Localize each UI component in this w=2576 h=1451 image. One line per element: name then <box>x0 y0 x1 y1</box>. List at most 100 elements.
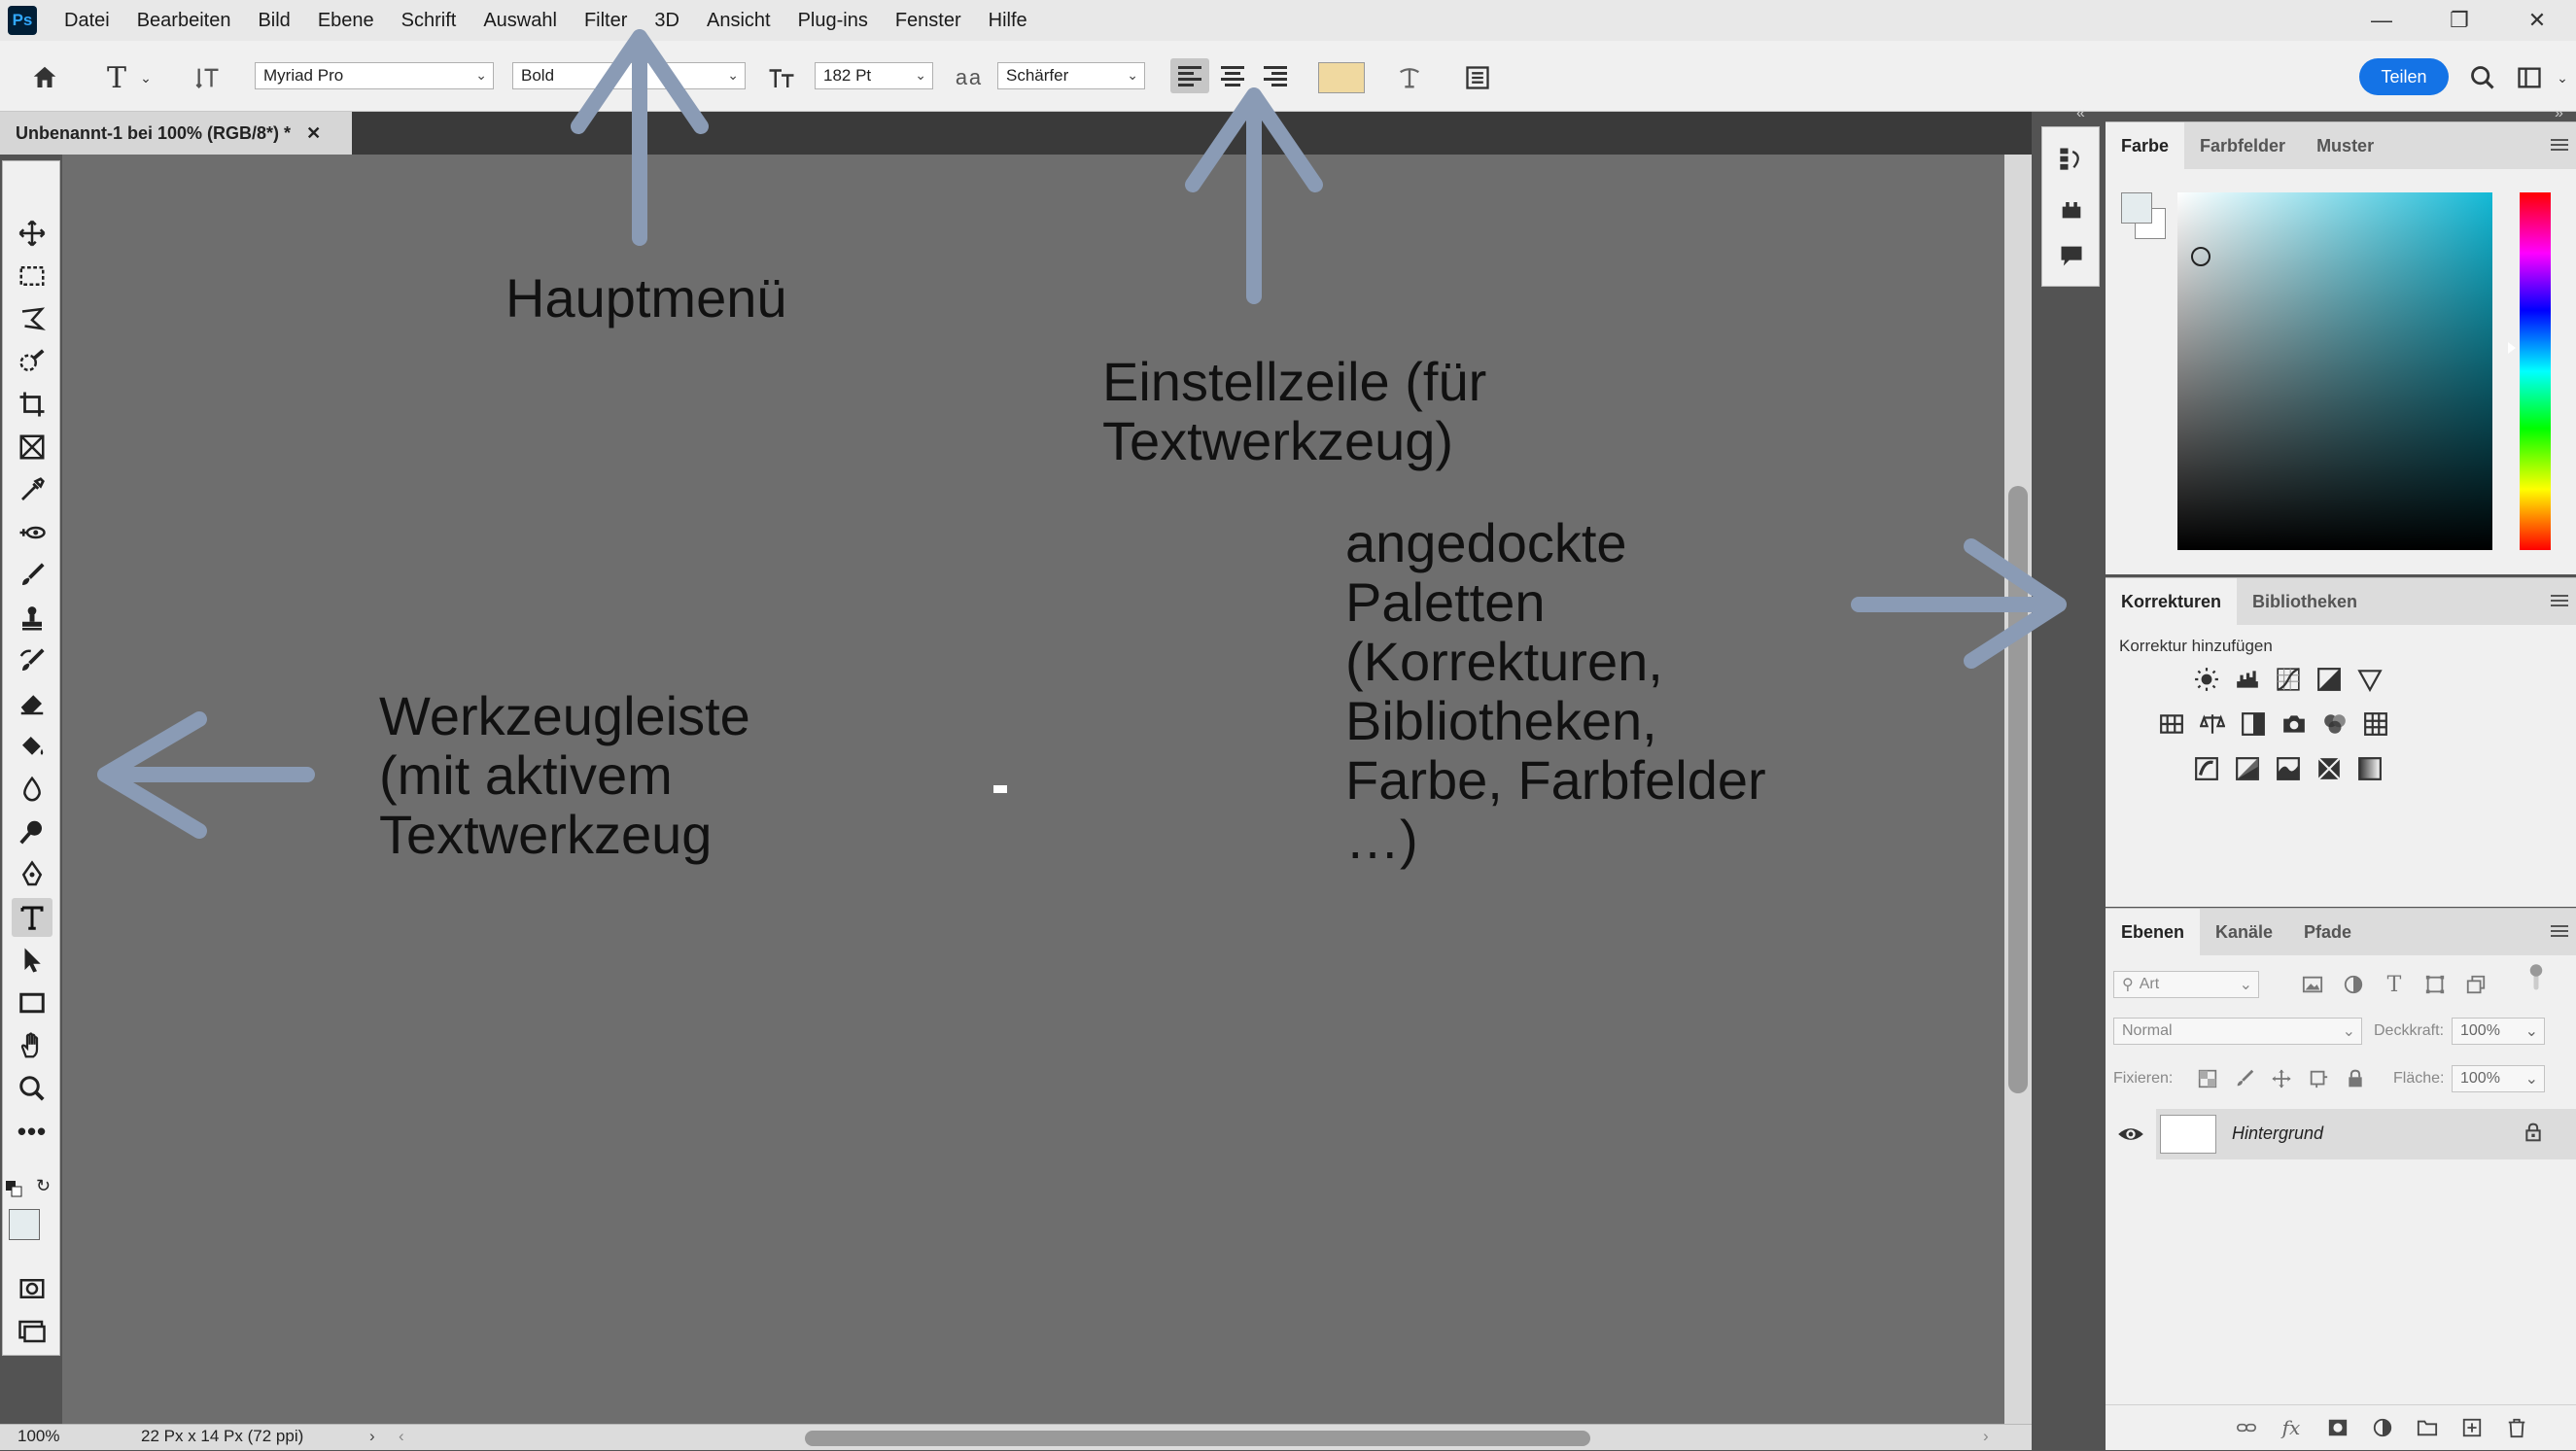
panel-menu-icon[interactable] <box>2551 136 2568 154</box>
font-family-select[interactable]: Myriad Pro ⌄ <box>255 62 494 89</box>
filter-adjustment-icon[interactable] <box>2341 972 2366 997</box>
layer-name[interactable]: Hintergrund <box>2232 1123 2323 1144</box>
frame-tool-icon[interactable] <box>12 428 52 466</box>
exposure-icon[interactable] <box>2315 666 2343 693</box>
more-tools-icon[interactable]: ••• <box>12 1112 52 1151</box>
move-tool-icon[interactable] <box>12 214 52 253</box>
close-window-icon[interactable]: ✕ <box>2498 0 2576 41</box>
invert-icon[interactable] <box>2193 755 2220 782</box>
menu-ansicht[interactable]: Ansicht <box>693 0 784 41</box>
document-canvas[interactable] <box>993 785 1007 793</box>
minimize-icon[interactable]: — <box>2343 0 2420 41</box>
home-icon[interactable] <box>27 60 62 95</box>
lock-position-icon[interactable] <box>2269 1066 2294 1091</box>
marquee-tool-icon[interactable] <box>12 257 52 295</box>
new-group-icon[interactable] <box>2415 1415 2440 1440</box>
swap-colors-icon[interactable]: ↻ <box>36 1176 55 1195</box>
tab-muster[interactable]: Muster <box>2301 122 2389 169</box>
collapse-dock-icon[interactable]: « <box>2076 105 2085 122</box>
document-tab[interactable]: Unbenannt-1 bei 100% (RGB/8*) * ✕ <box>0 112 352 155</box>
lock-artboard-icon[interactable] <box>2306 1066 2331 1091</box>
antialias-select[interactable]: Schärfer ⌄ <box>997 62 1145 89</box>
zoom-tool-icon[interactable] <box>12 1069 52 1108</box>
default-colors-icon[interactable] <box>5 1180 22 1197</box>
healing-brush-tool-icon[interactable] <box>12 513 52 552</box>
threshold-icon[interactable] <box>2275 755 2302 782</box>
filter-smart-object-icon[interactable] <box>2463 972 2489 997</box>
text-orientation-icon[interactable] <box>191 60 226 95</box>
dodge-tool-icon[interactable] <box>12 812 52 851</box>
tab-farbfelder[interactable]: Farbfelder <box>2184 122 2301 169</box>
menu-filter[interactable]: Filter <box>571 0 641 41</box>
color-lookup-icon[interactable] <box>2362 710 2389 738</box>
screen-mode-icon[interactable] <box>12 1312 52 1351</box>
layer-lock-icon[interactable] <box>2524 1121 2549 1146</box>
hue-slider-handle[interactable] <box>2508 342 2516 354</box>
filter-pixel-icon[interactable] <box>2300 972 2325 997</box>
tab-ebenen[interactable]: Ebenen <box>2106 909 2201 955</box>
menu-datei[interactable]: Datei <box>51 0 123 41</box>
chevron-right-icon[interactable]: › <box>369 1427 375 1446</box>
opacity-input[interactable]: 100% ⌄ <box>2452 1018 2545 1045</box>
scroll-right-icon[interactable]: › <box>1983 1427 1989 1446</box>
menu-schrift[interactable]: Schrift <box>388 0 470 41</box>
filter-shape-icon[interactable] <box>2422 972 2448 997</box>
selective-color-icon[interactable] <box>2315 755 2343 782</box>
font-style-select[interactable]: Bold ⌄ <box>512 62 746 89</box>
vibrance-icon[interactable] <box>2356 666 2384 693</box>
menu-bearbeiten[interactable]: Bearbeiten <box>123 0 245 41</box>
eraser-tool-icon[interactable] <box>12 684 52 723</box>
hue-saturation-icon[interactable] <box>2158 710 2185 738</box>
quick-selection-tool-icon[interactable] <box>12 342 52 381</box>
posterize-icon[interactable] <box>2234 755 2261 782</box>
color-field[interactable] <box>2177 192 2492 550</box>
align-center-button[interactable] <box>1213 58 1252 93</box>
layer-filter-select[interactable]: ⚲ Art ⌄ <box>2113 971 2259 998</box>
menu-plugins[interactable]: Plug-ins <box>784 0 882 41</box>
foreground-color-swatch[interactable] <box>2121 192 2152 224</box>
crop-tool-icon[interactable] <box>12 385 52 424</box>
lock-all-icon[interactable] <box>2343 1066 2368 1091</box>
color-picker-handle[interactable] <box>2191 247 2210 266</box>
link-layers-icon[interactable] <box>2234 1415 2259 1440</box>
pen-tool-icon[interactable] <box>12 855 52 894</box>
menu-fenster[interactable]: Fenster <box>882 0 975 41</box>
layer-visibility-eye-icon[interactable] <box>2117 1121 2144 1148</box>
stamp-tool-icon[interactable] <box>12 599 52 638</box>
warp-text-icon[interactable] <box>1392 60 1427 95</box>
scroll-left-icon[interactable]: ‹ <box>399 1427 404 1446</box>
brush-tool-icon[interactable] <box>12 556 52 595</box>
share-button[interactable]: Teilen <box>2359 58 2449 95</box>
preset-chevron-down-icon[interactable]: ⌄ <box>136 68 156 87</box>
blend-mode-select[interactable]: Normal ⌄ <box>2113 1018 2362 1045</box>
channel-mixer-icon[interactable] <box>2321 710 2349 738</box>
lock-pixels-icon[interactable] <box>2232 1066 2257 1091</box>
new-adjustment-layer-icon[interactable] <box>2370 1415 2395 1440</box>
gradient-map-icon[interactable] <box>2356 755 2384 782</box>
menu-auswahl[interactable]: Auswahl <box>470 0 571 41</box>
hue-slider[interactable] <box>2520 192 2551 550</box>
curves-icon[interactable] <box>2275 666 2302 693</box>
paint-bucket-tool-icon[interactable] <box>12 727 52 766</box>
align-left-button[interactable] <box>1170 58 1209 93</box>
lock-transparent-icon[interactable] <box>2195 1066 2220 1091</box>
close-icon[interactable]: ✕ <box>306 123 321 144</box>
delete-layer-icon[interactable] <box>2504 1415 2529 1440</box>
filter-toggle-icon[interactable] <box>2524 964 2549 990</box>
zoom-level[interactable]: 100% <box>17 1427 59 1446</box>
brightness-contrast-icon[interactable] <box>2193 666 2220 693</box>
text-color-swatch[interactable] <box>1318 62 1365 93</box>
workspace-icon[interactable] <box>2512 60 2547 95</box>
menu-hilfe[interactable]: Hilfe <box>975 0 1041 41</box>
search-icon[interactable] <box>2465 60 2500 95</box>
panel-menu-icon[interactable] <box>2551 922 2568 940</box>
new-layer-icon[interactable] <box>2459 1415 2485 1440</box>
photo-filter-icon[interactable] <box>2280 710 2308 738</box>
menu-3d[interactable]: 3D <box>641 0 693 41</box>
lasso-tool-icon[interactable] <box>12 299 52 338</box>
tab-bibliotheken[interactable]: Bibliotheken <box>2237 578 2373 625</box>
layer-effects-icon[interactable]: fx <box>2279 1415 2304 1440</box>
layer-row[interactable]: Hintergrund <box>2156 1109 2576 1159</box>
add-mask-icon[interactable] <box>2325 1415 2350 1440</box>
expand-dock-icon[interactable]: » <box>2555 105 2563 122</box>
